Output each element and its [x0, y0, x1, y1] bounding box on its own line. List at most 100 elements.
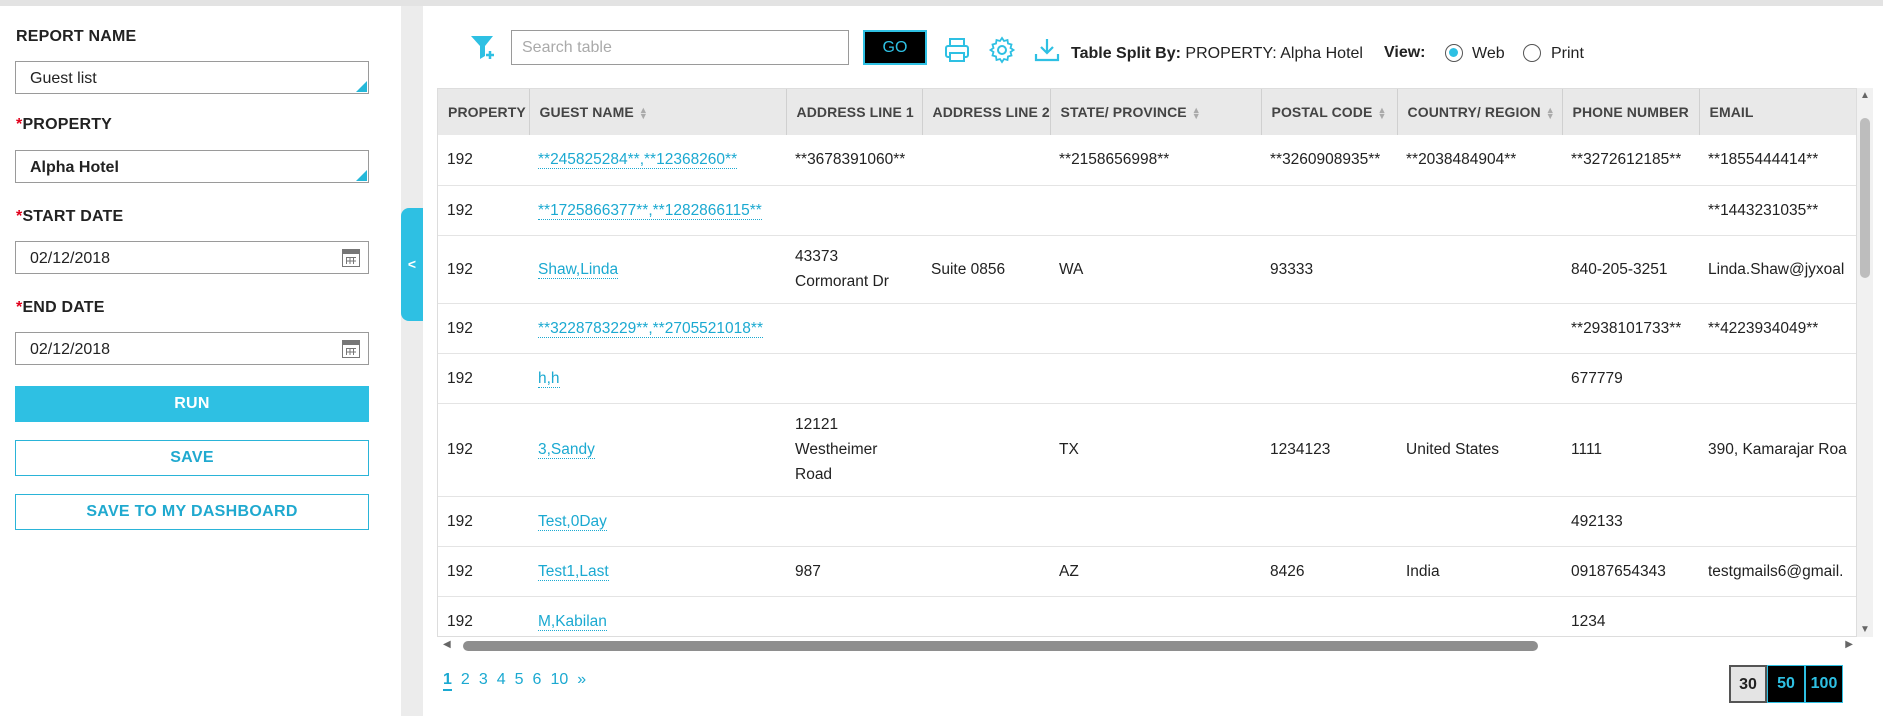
search-input[interactable]: Search table [511, 30, 849, 65]
page-link-1[interactable]: 1 [443, 671, 452, 691]
view-web-radio[interactable] [1445, 44, 1463, 62]
cell-postal-code [1261, 185, 1397, 236]
go-button[interactable]: GO [863, 30, 927, 65]
print-icon[interactable] [943, 36, 971, 64]
cell-postal-code: 8426 [1261, 546, 1397, 597]
guest-name-link[interactable]: Shaw,Linda [538, 260, 619, 279]
next-pages-link[interactable]: » [577, 671, 586, 689]
view-print-radio[interactable] [1523, 44, 1541, 62]
cell-property: 192 [438, 546, 529, 597]
scroll-down-arrow-icon[interactable]: ▼ [1860, 624, 1870, 635]
horizontal-scroll-thumb[interactable] [463, 641, 1538, 651]
cell-postal-code: **3260908935** [1261, 135, 1397, 186]
report-name-select[interactable]: Guest list [15, 61, 369, 94]
guest-name-link[interactable]: Test1,Last [538, 562, 609, 581]
scroll-left-arrow-icon[interactable]: ◀ [443, 639, 451, 650]
column-header-address-line-2[interactable]: ADDRESS LINE 2 [922, 89, 1051, 135]
cell-address-line-1: 987 [786, 546, 922, 597]
guest-name-link[interactable]: h,h [538, 369, 560, 388]
cell-phone-number: 1111 [1562, 403, 1699, 497]
calendar-icon[interactable] [342, 340, 360, 358]
page-size-50-button[interactable]: 50 [1767, 665, 1805, 703]
vertical-scrollbar[interactable]: ▲ ▼ [1857, 88, 1873, 637]
cell-guest-name[interactable]: **245825284**,**12368260** [529, 135, 786, 186]
scroll-up-arrow-icon[interactable]: ▲ [1860, 90, 1870, 101]
guest-name-link[interactable]: **1725866377**,**1282866115** [538, 201, 762, 220]
cell-address-line-1: 43373 Cormorant Dr [786, 235, 922, 304]
calendar-icon[interactable] [342, 249, 360, 267]
cell-address-line-1 [786, 496, 922, 547]
cell-guest-name[interactable]: h,h [529, 353, 786, 404]
table-row: 192 Shaw,Linda 43373 Cormorant Dr Suite … [438, 235, 1856, 304]
report-settings-panel: REPORT NAME Guest list *PROPERTY Alpha H… [0, 6, 401, 716]
cell-postal-code [1261, 596, 1397, 636]
save-button[interactable]: SAVE [15, 440, 369, 476]
cell-email: testgmails6@gmail. [1699, 546, 1856, 597]
column-header-country-region[interactable]: COUNTRY/ REGION ▲ ▼ [1397, 89, 1563, 135]
cell-email [1699, 353, 1856, 404]
guest-name-link[interactable]: 3,Sandy [538, 441, 595, 459]
page-link-6[interactable]: 6 [533, 671, 542, 689]
cell-state-province [1050, 596, 1261, 636]
page-link-3[interactable]: 3 [479, 671, 488, 689]
page-size-30-button[interactable]: 30 [1729, 665, 1767, 703]
page-link-10[interactable]: 10 [550, 671, 568, 689]
page-link-4[interactable]: 4 [497, 671, 506, 689]
scroll-right-arrow-icon[interactable]: ▶ [1845, 639, 1853, 650]
sort-icon[interactable]: ▲ ▼ [639, 106, 648, 121]
run-button[interactable]: RUN [15, 386, 369, 422]
cell-guest-name[interactable]: 3,Sandy [529, 403, 786, 497]
cell-guest-name[interactable]: **1725866377**,**1282866115** [529, 185, 786, 236]
page-link-5[interactable]: 5 [515, 671, 524, 689]
vertical-scroll-thumb[interactable] [1860, 118, 1870, 278]
column-header-phone-number[interactable]: PHONE NUMBER [1562, 89, 1700, 135]
cell-state-province: TX [1050, 403, 1261, 497]
cell-property: 192 [438, 596, 529, 636]
column-header-guest-name[interactable]: GUEST NAME ▲ ▼ [529, 89, 787, 135]
table-row: 192 3,Sandy 12121 Westheimer Road TX 123… [438, 403, 1856, 497]
cell-address-line-1 [786, 303, 922, 354]
sort-icon[interactable]: ▲ ▼ [1377, 106, 1386, 121]
download-icon[interactable] [1033, 36, 1061, 64]
page-size-100-button[interactable]: 100 [1805, 665, 1843, 703]
sort-icon[interactable]: ▲ ▼ [1192, 106, 1201, 121]
guest-name-link[interactable]: M,Kabilan [538, 612, 607, 631]
cell-email: **1855444414** [1699, 135, 1856, 186]
start-date-label: *START DATE [16, 208, 124, 225]
cell-guest-name[interactable]: Shaw,Linda [529, 235, 786, 304]
column-header-postal-code[interactable]: POSTAL CODE ▲ ▼ [1261, 89, 1398, 135]
sort-icon[interactable]: ▲ ▼ [1546, 106, 1555, 121]
cell-country-region [1397, 303, 1562, 354]
end-date-field[interactable]: 02/12/2018 [15, 332, 369, 365]
column-header-address-line-1[interactable]: ADDRESS LINE 1 [786, 89, 923, 135]
horizontal-scrollbar[interactable]: ◀ ▶ [437, 637, 1857, 653]
cell-guest-name[interactable]: Test,0Day [529, 496, 786, 547]
guest-name-link[interactable]: **245825284**,**12368260** [538, 151, 738, 170]
table-row: 192 **245825284**,**12368260** **3678391… [438, 135, 1856, 186]
report-table: PROPERTY GUEST NAME ▲ ▼ ADDRESS LINE 1 ADD… [437, 88, 1857, 637]
cell-guest-name[interactable]: Test1,Last [529, 546, 786, 597]
column-header-email[interactable]: EMAIL [1699, 89, 1856, 135]
cell-property: 192 [438, 235, 529, 304]
start-date-field[interactable]: 02/12/2018 [15, 241, 369, 274]
cell-guest-name[interactable]: **3228783229**,**2705521018** [529, 303, 786, 354]
property-select[interactable]: Alpha Hotel [15, 150, 369, 183]
cell-email: **4223934049** [1699, 303, 1856, 354]
cell-address-line-2 [922, 546, 1050, 597]
cell-guest-name[interactable]: M,Kabilan [529, 596, 786, 636]
cell-country-region [1397, 596, 1562, 636]
settings-gear-icon[interactable] [988, 36, 1016, 64]
cell-property: 192 [438, 135, 529, 186]
collapse-panel-button[interactable]: < [401, 208, 423, 321]
column-header-state-province[interactable]: STATE/ PROVINCE ▲ ▼ [1050, 89, 1262, 135]
cell-address-line-2 [922, 496, 1050, 547]
save-to-dashboard-button[interactable]: SAVE TO MY DASHBOARD [15, 494, 369, 530]
cell-address-line-1 [786, 353, 922, 404]
table-row: 192 M,Kabilan 1234 [438, 596, 1856, 636]
guest-name-link[interactable]: **3228783229**,**2705521018** [538, 319, 763, 338]
column-header-property[interactable]: PROPERTY [438, 89, 530, 135]
page-link-2[interactable]: 2 [461, 671, 470, 689]
cell-address-line-2 [922, 353, 1050, 404]
guest-name-link[interactable]: Test,0Day [538, 512, 607, 531]
filter-add-icon[interactable] [469, 32, 497, 62]
